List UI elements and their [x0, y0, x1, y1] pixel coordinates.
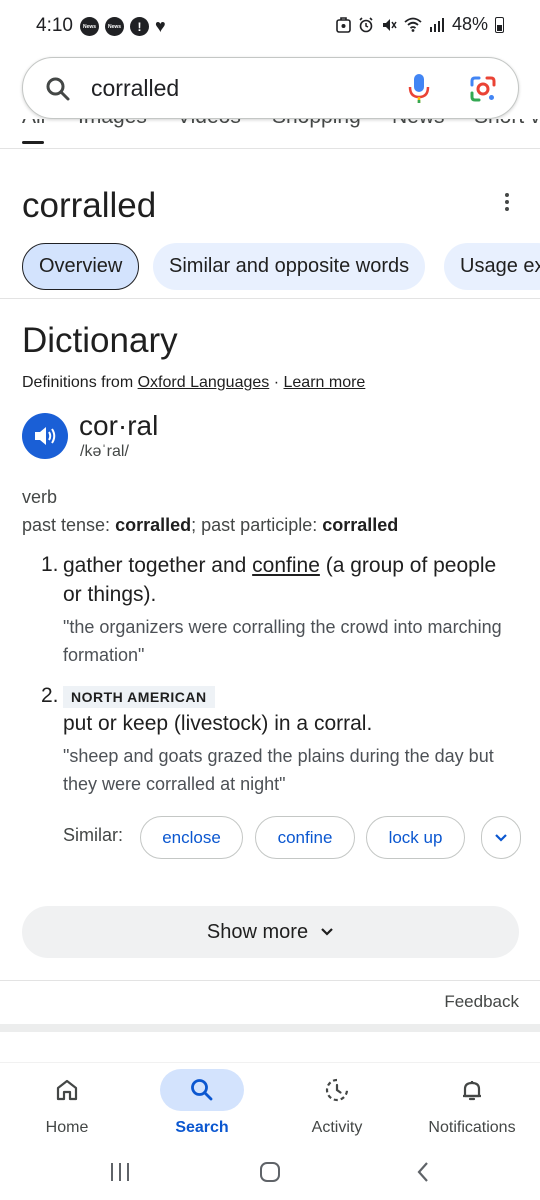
chip-usage-examples[interactable]: Usage ex: [444, 243, 540, 290]
chevron-down-icon: [321, 928, 333, 936]
chevron-down-icon: [495, 833, 507, 842]
heart-icon: ♥: [155, 16, 166, 36]
news-icon: News: [80, 17, 99, 36]
expand-similar-button[interactable]: [481, 816, 521, 859]
tab-news[interactable]: News: [392, 119, 445, 129]
back-icon[interactable]: [408, 1157, 438, 1187]
tab-shopping[interactable]: Shopping: [272, 119, 361, 129]
past-participle-value: corralled: [322, 515, 399, 535]
nav-label: Activity: [311, 1119, 363, 1136]
confine-link[interactable]: confine: [252, 554, 320, 577]
sense-number: 1.: [41, 553, 59, 576]
sense-number: 2.: [41, 684, 59, 707]
notification-icons: News News ! ♥: [80, 17, 166, 36]
headword: cor·ral: [79, 410, 159, 441]
nfc-icon: [336, 16, 351, 33]
home-button-icon[interactable]: [255, 1157, 285, 1187]
bottom-navigation: Home Search Activity Notifications: [0, 1062, 540, 1147]
definitions-source: Definitions from Oxford Languages · Lear…: [22, 374, 365, 392]
sense-example: "the organizers were corralling the crow…: [63, 617, 502, 665]
news-icon: News: [105, 17, 124, 36]
mute-icon: [382, 18, 397, 31]
separator: ;: [191, 515, 197, 535]
past-tense-value: corralled: [115, 515, 192, 535]
region-label: NORTH AMERICAN: [63, 686, 215, 708]
sense-definition: gather together and confine (a group of …: [63, 551, 513, 609]
search-box[interactable]: corralled: [22, 57, 519, 119]
battery-icon: [495, 16, 504, 33]
similar-label: Similar:: [63, 825, 124, 845]
show-more-label: Show more: [206, 920, 309, 943]
wifi-icon: [404, 17, 422, 32]
dictionary-heading: Dictionary: [22, 321, 178, 360]
battery-percent: 48%: [451, 14, 488, 34]
sense-example: "sheep and goats grazed the plains durin…: [63, 746, 494, 794]
divider: [0, 298, 540, 299]
signal-icon: [429, 18, 444, 32]
past-participle-label: past participle:: [201, 515, 318, 535]
feedback-link[interactable]: Feedback: [444, 992, 519, 1012]
home-icon: [56, 1079, 78, 1101]
system-navigation: [0, 1147, 540, 1200]
nav-activity[interactable]: Activity: [277, 1063, 397, 1148]
system-status-icons: 48%: [336, 14, 504, 35]
status-time: 4:10: [36, 15, 73, 36]
sense-definition: put or keep (livestock) in a corral.: [63, 712, 373, 735]
speaker-icon: [35, 427, 56, 445]
chip-similar-opposite[interactable]: Similar and opposite words: [153, 243, 426, 290]
more-options-icon[interactable]: [495, 190, 519, 214]
source-prefix: Definitions from: [22, 374, 134, 391]
divider: [0, 980, 540, 981]
nav-label: Home: [45, 1119, 89, 1136]
search-tabs: All Images Videos Shopping News Short v: [0, 119, 540, 147]
nav-label: Search: [175, 1119, 229, 1136]
chip-overview[interactable]: Overview: [22, 243, 140, 290]
part-of-speech: verb: [22, 487, 58, 507]
tab-all[interactable]: All: [22, 119, 45, 129]
divider: [0, 148, 540, 149]
tab-videos[interactable]: Videos: [177, 119, 241, 129]
active-tab-indicator: [22, 141, 44, 144]
recents-icon[interactable]: [105, 1157, 135, 1187]
past-tense-label: past tense:: [22, 515, 111, 535]
similar-word-chip[interactable]: lock up: [366, 816, 465, 859]
similar-word-chip[interactable]: confine: [255, 816, 355, 859]
lens-icon[interactable]: [469, 75, 497, 103]
search-icon: [191, 1079, 213, 1101]
separator: ·: [273, 374, 280, 391]
bell-icon: [463, 1081, 481, 1101]
status-bar: 4:10 News News ! ♥ 48%: [0, 0, 540, 54]
definition-text: gather together and: [63, 554, 253, 577]
pronunciation-button[interactable]: [22, 413, 68, 459]
page-title: corralled: [22, 186, 157, 225]
activity-icon: [325, 1078, 349, 1102]
tab-images[interactable]: Images: [78, 119, 147, 129]
learn-more-link[interactable]: Learn more: [284, 374, 366, 391]
mic-icon[interactable]: [407, 73, 431, 105]
section-separator: [0, 1024, 540, 1032]
alarm-icon: [359, 16, 373, 32]
nav-notifications[interactable]: Notifications: [412, 1063, 532, 1148]
oxford-languages-link[interactable]: Oxford Languages: [138, 374, 270, 391]
nav-label: Notifications: [428, 1119, 516, 1136]
search-input[interactable]: corralled: [91, 75, 179, 102]
phonetic: /kəˈral/: [80, 443, 129, 460]
search-icon[interactable]: [45, 76, 71, 102]
show-more-button[interactable]: Show more: [22, 906, 519, 958]
alert-icon: !: [130, 17, 149, 36]
verb-forms: past tense: corralled; past participle: …: [22, 515, 398, 536]
nav-search[interactable]: Search: [142, 1063, 262, 1148]
tab-short-videos[interactable]: Short v: [474, 119, 540, 129]
nav-home[interactable]: Home: [7, 1063, 127, 1148]
similar-word-chip[interactable]: enclose: [140, 816, 243, 859]
